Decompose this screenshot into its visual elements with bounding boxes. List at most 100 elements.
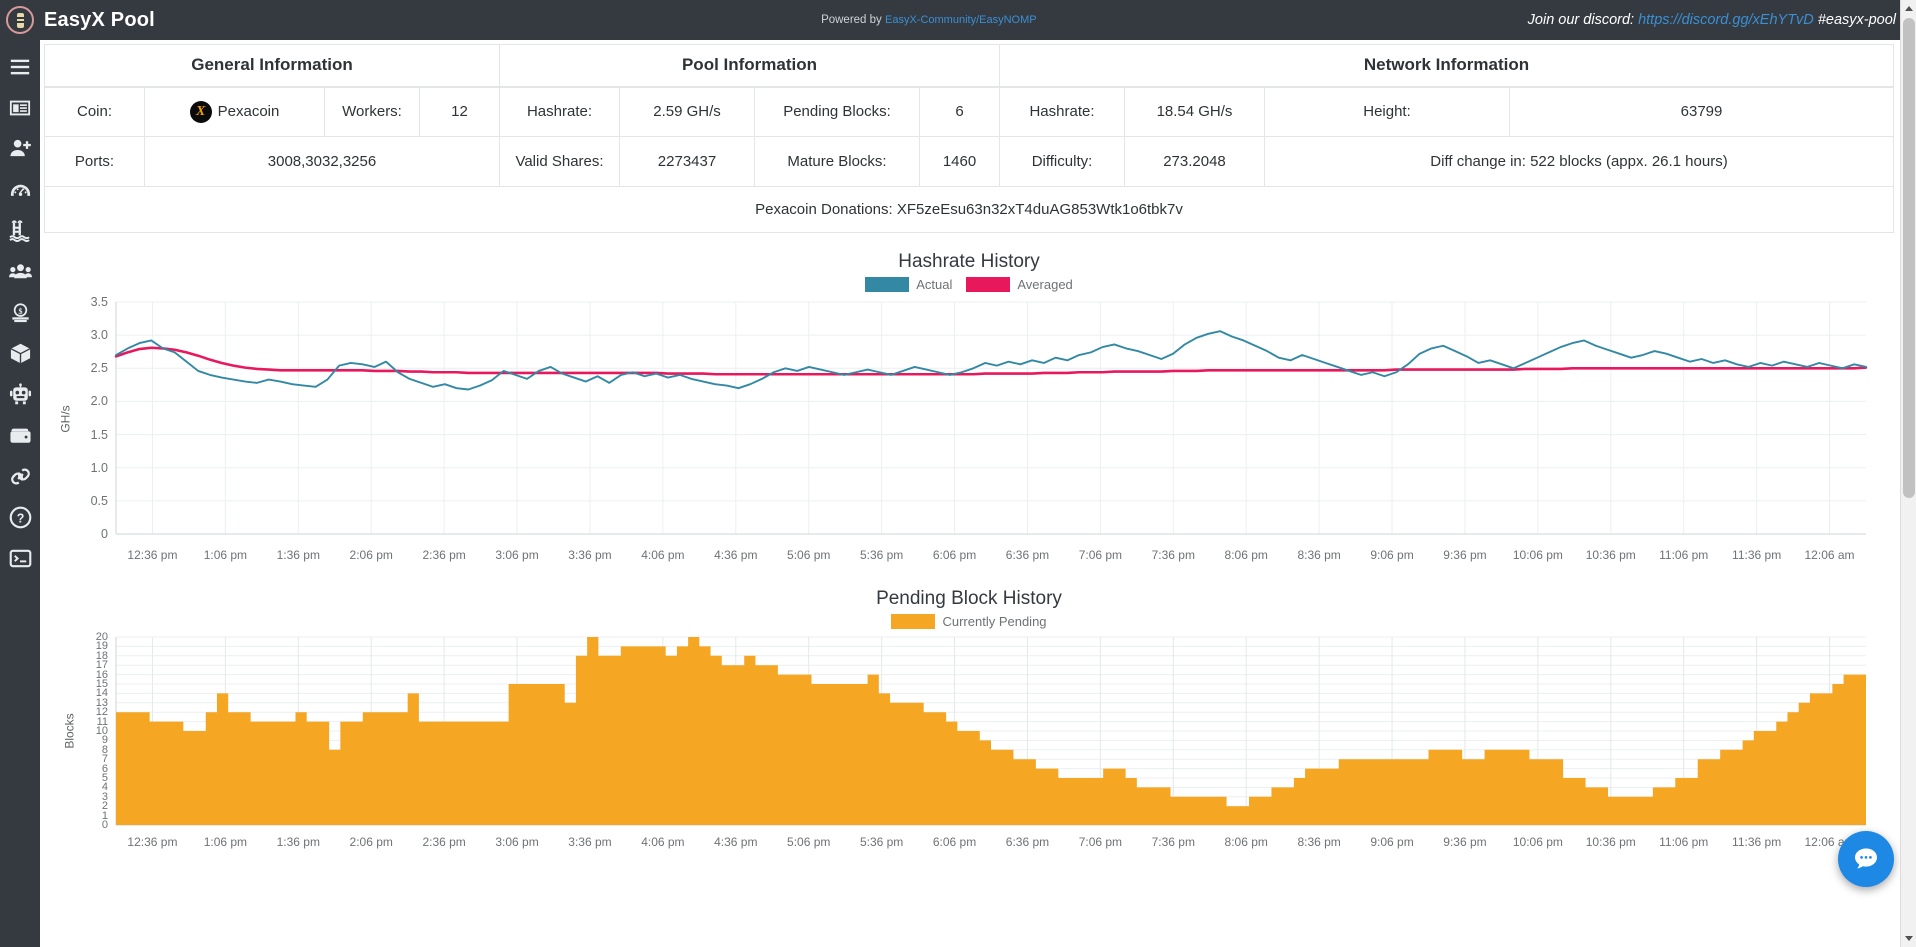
legend-label: Actual [916, 277, 953, 292]
legend-item[interactable]: Averaged [966, 277, 1073, 292]
discord-label: Join our discord: [1527, 12, 1635, 28]
cube-block-icon [10, 343, 30, 364]
sidebar-item-get-started[interactable] [0, 128, 40, 169]
user-add-icon [9, 139, 31, 157]
brand-title: EasyX Pool [44, 8, 155, 31]
pending-block-history-chart: Pending Block History Currently Pending … [44, 570, 1894, 857]
x-axis-tick: 8:06 pm [1224, 548, 1268, 562]
x-axis-ticks: 12:36 pm 1:06 pm 1:36 pm 2:06 pm 2:36 pm 3:06… [44, 831, 1894, 857]
x-axis-tick: 4:06 pm [641, 548, 685, 562]
chart-title: Hashrate History [898, 251, 1040, 272]
sidebar-item-links[interactable] [0, 456, 40, 497]
coin-label: Coin: [44, 86, 145, 137]
x-axis-tick: 7:06 pm [1078, 835, 1123, 849]
height-label: Height: [1264, 86, 1510, 137]
difficulty-label: Difficulty: [999, 136, 1125, 187]
x-axis-tick: 6:36 pm [1005, 835, 1050, 849]
x-axis-tick: 5:36 pm [859, 835, 904, 849]
x-axis-tick: 2:06 pm [349, 548, 393, 562]
chart-plot-area: Blocks 0 1 2 3 4 5 6 7 8 9 10 11 12 13 14 15 16 17 18 19 20 [44, 631, 1894, 831]
network-hashrate-label: Hashrate: [999, 86, 1125, 137]
hamburger-menu-icon [10, 59, 30, 74]
legend-swatch-icon [966, 277, 1011, 292]
sidebar-item-dashboard[interactable] [0, 169, 40, 210]
mature-blocks-value: 1460 [919, 136, 1000, 187]
diff-change-value: Diff change in: 522 blocks (appx. 26.1 h… [1264, 136, 1894, 187]
discord-link[interactable]: https://discord.gg/xEhYTvD [1638, 12, 1814, 28]
sidebar-item-console[interactable] [0, 538, 40, 579]
ports-value: 3008,3032,3256 [144, 136, 500, 187]
legend-item[interactable]: Currently Pending [891, 614, 1047, 629]
group-header-pool: Pool Information [499, 44, 1000, 88]
powered-by-link[interactable]: EasyX-Community/EasyNOMP [885, 14, 1037, 26]
valid-shares-label: Valid Shares: [499, 136, 620, 187]
x-axis-tick: 3:06 pm [495, 548, 539, 562]
pool-hashrate-value: 2.59 GH/s [619, 86, 755, 137]
discord-invite: Join our discord: https://discord.gg/xEh… [1528, 12, 1916, 28]
x-axis-tick: 4:06 pm [641, 835, 685, 849]
x-axis-tick: 11:06 pm [1659, 548, 1709, 562]
x-axis-tick: 1:06 pm [203, 548, 248, 562]
scroll-up-arrow-icon[interactable] [1901, 0, 1916, 17]
brand[interactable]: EasyX Pool [0, 6, 330, 34]
scroll-down-arrow-icon[interactable] [1901, 930, 1916, 947]
ports-label: Ports: [44, 136, 145, 187]
chat-bubble-icon [1855, 848, 1877, 869]
coin-value-cell: X Pexacoin [144, 86, 325, 137]
sidebar-item-payments[interactable]: $ [0, 292, 40, 333]
x-axis-tick: 6:36 pm [1005, 548, 1050, 562]
sidebar-item-bot[interactable] [0, 374, 40, 415]
x-axis-tick: 3:36 pm [568, 548, 612, 562]
svg-text:$: $ [18, 307, 22, 316]
legend-swatch-icon [891, 614, 936, 629]
chart-plot-area: GH/s 0 0.5 1.0 1.5 2.0 2.5 3.0 3.5 [44, 294, 1894, 544]
coin-dollar-icon: $ [11, 303, 29, 323]
y-axis-tick: 2.5 [90, 361, 108, 376]
x-axis-tick: 3:36 pm [568, 835, 612, 849]
workers-value: 12 [419, 86, 500, 137]
sidebar-item-help[interactable]: ? [0, 497, 40, 538]
x-axis-tick: 1:36 pm [276, 548, 320, 562]
scrollbar-thumb[interactable] [1903, 18, 1915, 498]
robot-icon [9, 383, 31, 405]
page-scrollbar[interactable] [1900, 0, 1916, 947]
x-axis-tick: 2:06 pm [349, 835, 393, 849]
y-axis-tick: 3.5 [90, 295, 108, 309]
discord-channel: #easyx-pool [1817, 12, 1896, 28]
x-axis-tick: 4:36 pm [714, 835, 758, 849]
x-axis-tick: 11:36 pm [1732, 835, 1782, 849]
mature-blocks-label: Mature Blocks: [754, 136, 920, 187]
x-axis-tick: 10:06 pm [1512, 835, 1563, 849]
sidebar: $ ? [0, 40, 40, 947]
sidebar-item-miners[interactable] [0, 251, 40, 292]
x-axis-tick: 7:36 pm [1151, 835, 1195, 849]
users-group-icon [8, 264, 32, 279]
x-axis-tick: 12:06 am [1804, 548, 1855, 562]
hashrate-line-plot [114, 301, 1868, 535]
legend-label: Averaged [1017, 277, 1073, 292]
x-axis-ticks: 12:36 pm 1:06 pm 1:36 pm 2:06 pm 2:36 pm 3:06… [44, 544, 1894, 570]
y-axis-tick: 0.5 [90, 493, 108, 508]
y-axis-label: Blocks [62, 713, 77, 749]
x-axis-tick: 12:36 pm [127, 548, 178, 562]
x-axis-tick: 10:06 pm [1512, 548, 1563, 562]
sidebar-item-wallet[interactable] [0, 415, 40, 456]
sidebar-item-blocks[interactable] [0, 333, 40, 374]
chat-widget-button[interactable] [1838, 831, 1894, 887]
x-axis-tick: 8:06 pm [1224, 835, 1268, 849]
x-axis-tick: 6:06 pm [932, 835, 977, 849]
pool-ladder-icon [8, 220, 30, 242]
x-axis-tick: 9:36 pm [1443, 835, 1487, 849]
x-axis-tick: 12:36 pm [127, 835, 178, 849]
y-axis-tick: 3.0 [90, 328, 108, 343]
valid-shares-value: 2273437 [619, 136, 755, 187]
sidebar-item-pool-stats[interactable] [0, 210, 40, 251]
sidebar-item-menu[interactable] [0, 46, 40, 87]
legend-item[interactable]: Actual [865, 277, 952, 292]
pending-blocks-label: Pending Blocks: [754, 86, 920, 137]
x-axis-tick: 8:36 pm [1297, 835, 1341, 849]
main-content: General Information Pool Information Net… [40, 40, 1902, 947]
network-hashrate-value: 18.54 GH/s [1124, 86, 1265, 137]
terminal-console-icon [9, 549, 31, 568]
sidebar-item-news[interactable] [0, 87, 40, 128]
